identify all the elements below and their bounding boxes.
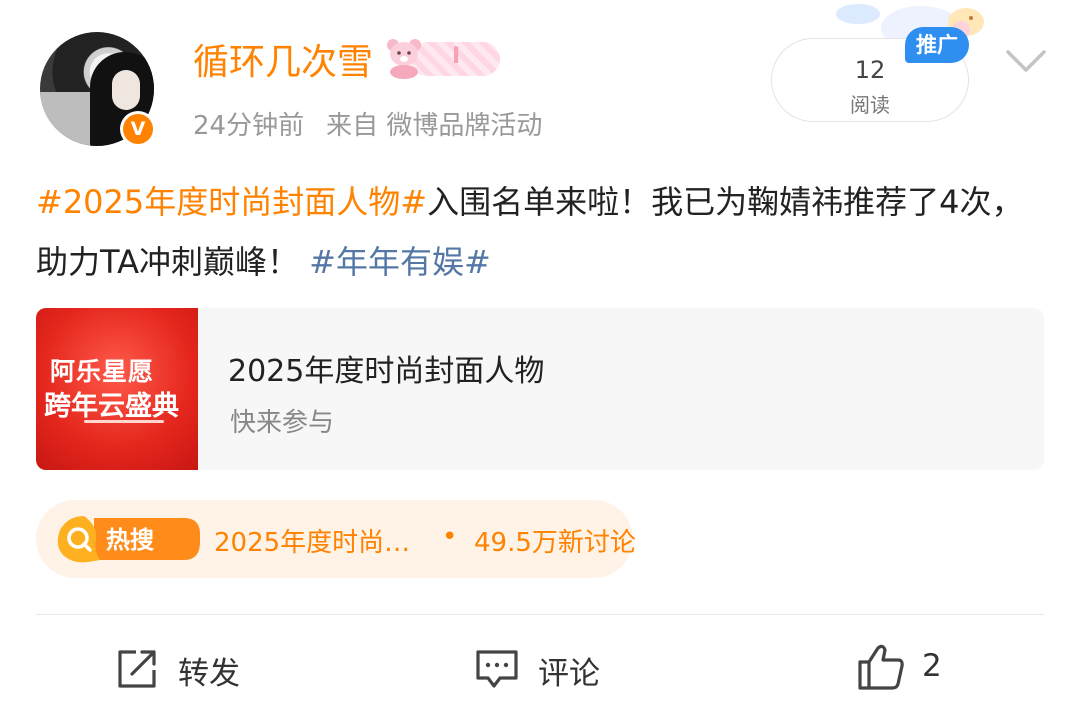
medal-text: I: [452, 44, 461, 69]
activity-card[interactable]: 阿乐星愿 跨年云盛典 2025年度时尚封面人物 快来参与: [36, 308, 1044, 470]
hot-discussions: 49.5万新讨论: [474, 528, 636, 558]
topic-link-secondary[interactable]: #年年有娱#: [309, 243, 491, 281]
post-meta: 24分钟前 来自 微博品牌活动: [193, 108, 564, 144]
divider: [36, 614, 1044, 615]
thumb-line2: 跨年云盛典: [44, 391, 179, 422]
comment-icon: [476, 650, 518, 688]
comment-button[interactable]: 评论: [474, 640, 634, 700]
repost-label: 转发: [178, 656, 240, 692]
like-icon: [858, 644, 904, 690]
card-title: 2025年度时尚封面人物: [228, 354, 545, 389]
repost-button[interactable]: 转发: [114, 640, 274, 700]
post-time: 24分钟前: [193, 111, 305, 141]
hot-search-pill[interactable]: 热搜 2025年度时尚… • 49.5万新讨论: [36, 500, 636, 578]
repost-icon: [118, 650, 156, 688]
like-button[interactable]: 2: [856, 640, 966, 700]
username[interactable]: 循环几次雪: [193, 40, 373, 86]
hot-badge: 热搜: [106, 526, 154, 554]
hot-topic: 2025年度时尚…: [214, 528, 411, 558]
like-count: 2: [922, 648, 942, 684]
thumb-line1: 阿乐星愿: [50, 357, 155, 386]
verified-icon: V: [120, 111, 156, 147]
post-source: 来自 微博品牌活动: [326, 111, 543, 141]
card-thumbnail: 阿乐星愿 跨年云盛典: [36, 308, 198, 470]
topic-link[interactable]: #2025年度时尚封面人物#: [36, 183, 427, 221]
bear-sticker-icon: [387, 39, 421, 79]
read-label: 阅读: [850, 93, 890, 117]
comment-label: 评论: [538, 656, 600, 692]
chevron-down-icon[interactable]: [1004, 44, 1048, 78]
post-text: #2025年度时尚封面人物#入围名单来啦！我已为鞠婧祎推荐了4次，助力TA冲刺巅…: [36, 172, 1046, 292]
verified-badge-text: V: [123, 114, 153, 144]
card-subtitle: 快来参与: [230, 408, 335, 438]
search-icon: 热搜: [57, 516, 200, 563]
promo-badge: 推广: [905, 27, 969, 63]
hot-separator: •: [442, 522, 458, 552]
